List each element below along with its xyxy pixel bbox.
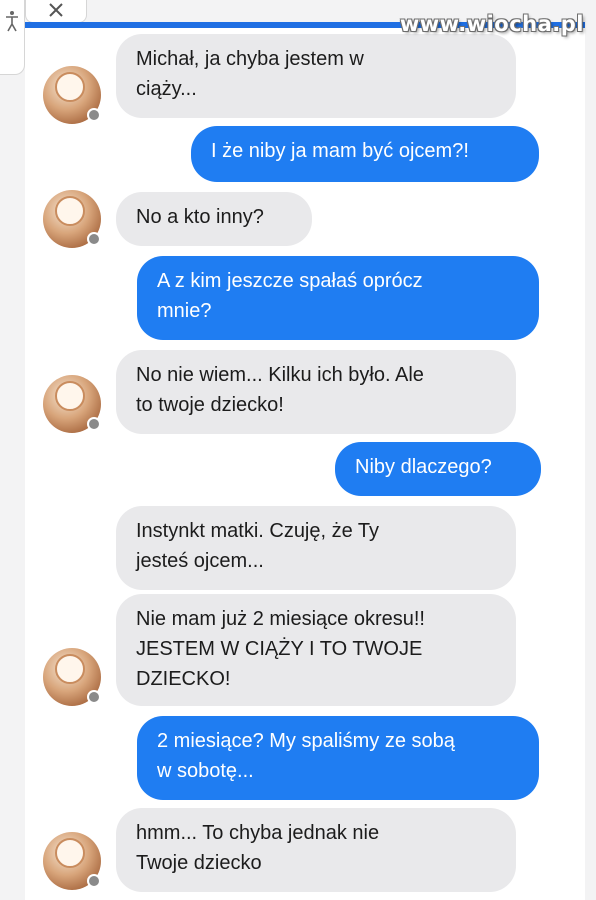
chat-thread: Michał, ja chyba jestem w ciąży... I że … bbox=[25, 28, 585, 900]
message-line: hmm... To chyba jednak nie bbox=[136, 822, 380, 844]
avatar-badge bbox=[87, 690, 101, 704]
side-panel bbox=[0, 0, 25, 75]
message-line: Michał, ja chyba jestem w bbox=[136, 48, 364, 70]
close-icon[interactable] bbox=[47, 1, 65, 19]
avatar bbox=[43, 648, 101, 706]
message-outgoing[interactable]: Niby dlaczego? bbox=[335, 442, 541, 496]
avatar bbox=[43, 66, 101, 124]
message-line: I że niby ja mam być ojcem?! bbox=[211, 140, 469, 162]
message-line: mnie? bbox=[157, 300, 212, 322]
message-line: Twoje dziecko bbox=[136, 852, 262, 874]
message-line: w sobotę... bbox=[157, 760, 254, 782]
message-line: ciąży... bbox=[136, 78, 197, 100]
message-line: No a kto inny? bbox=[136, 206, 264, 228]
close-tab[interactable] bbox=[25, 0, 87, 23]
message-incoming[interactable]: Instynkt matki. Czuję, że Ty jesteś ojce… bbox=[116, 506, 516, 590]
message-line: No nie wiem... Kilku ich było. Ale bbox=[136, 364, 424, 386]
message-line: to twoje dziecko! bbox=[136, 394, 284, 416]
message-line: JESTEM W CIĄŻY I TO TWOJE bbox=[136, 638, 423, 660]
avatar-photo bbox=[55, 196, 85, 226]
watermark: www.wiocha.pl bbox=[399, 12, 584, 36]
message-outgoing[interactable]: I że niby ja mam być ojcem?! bbox=[191, 126, 539, 182]
avatar-photo bbox=[55, 381, 85, 411]
avatar-photo bbox=[55, 838, 85, 868]
avatar bbox=[43, 375, 101, 433]
message-outgoing[interactable]: A z kim jeszcze spałaś oprócz mnie? bbox=[137, 256, 539, 340]
message-incoming[interactable]: No nie wiem... Kilku ich było. Ale to tw… bbox=[116, 350, 516, 434]
message-line: A z kim jeszcze spałaś oprócz bbox=[157, 270, 423, 292]
message-line: Niby dlaczego? bbox=[355, 456, 492, 478]
avatar-photo bbox=[55, 72, 85, 102]
avatar bbox=[43, 190, 101, 248]
message-incoming[interactable]: No a kto inny? bbox=[116, 192, 312, 246]
avatar-badge bbox=[87, 232, 101, 246]
accessibility-icon[interactable] bbox=[4, 10, 20, 32]
message-incoming[interactable]: Nie mam już 2 miesiące okresu!! JESTEM W… bbox=[116, 594, 516, 706]
avatar-badge bbox=[87, 874, 101, 888]
avatar-badge bbox=[87, 417, 101, 431]
message-line: Instynkt matki. Czuję, że Ty bbox=[136, 520, 380, 542]
message-line: jesteś ojcem... bbox=[136, 550, 264, 572]
avatar-badge bbox=[87, 108, 101, 122]
message-line: 2 miesiące? My spaliśmy ze sobą bbox=[157, 730, 455, 752]
message-incoming[interactable]: hmm... To chyba jednak nie Twoje dziecko bbox=[116, 808, 516, 892]
avatar bbox=[43, 832, 101, 890]
message-incoming[interactable]: Michał, ja chyba jestem w ciąży... bbox=[116, 34, 516, 118]
message-line: DZIECKO! bbox=[136, 668, 231, 690]
message-line: Nie mam już 2 miesiące okresu!! bbox=[136, 608, 425, 630]
avatar-photo bbox=[55, 654, 85, 684]
message-outgoing[interactable]: 2 miesiące? My spaliśmy ze sobą w sobotę… bbox=[137, 716, 539, 800]
